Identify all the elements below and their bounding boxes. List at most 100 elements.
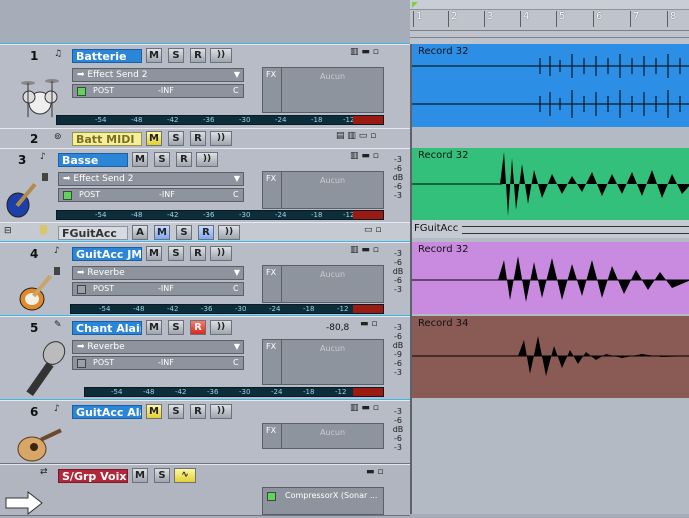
collapse-icon[interactable]: ⊟ [4,226,12,236]
fx-bin[interactable]: FX Aucun [262,265,384,303]
record-arm-button[interactable]: R [190,320,206,335]
track-name-guitacc-jm[interactable]: GuitAcc JM [72,247,142,261]
track-1[interactable]: 1 ♫ Batterie M S R )) ▥ ▬ ▫ ➡ Effect Sen… [0,43,411,131]
solo-button[interactable]: S [154,468,170,483]
solo-button[interactable]: S [176,225,192,240]
mute-button[interactable]: M [146,131,162,146]
strip-icon[interactable]: ▥ ▬ ▫ [350,47,379,57]
send-pan[interactable]: C [233,85,239,97]
strip-icon[interactable]: ▬ ▫ [366,467,383,477]
clip-basse[interactable]: Record 32 [412,148,689,220]
solo-button[interactable]: S [168,246,184,261]
send-volume[interactable]: -INF [158,85,174,97]
mute-button[interactable]: M [154,225,170,240]
bus-sgrp-voix[interactable]: ⇄ S/Grp Voix M S ∿ ▬ ▫ CompressorX (Sona… [0,464,410,516]
send-volume[interactable]: -INF [158,357,174,369]
track-6[interactable]: 6 ♪ GuitAcc Alai M S R )) ▥ ▬ ▫ FXAucun … [0,399,411,465]
send-volume[interactable]: -INF [158,283,174,295]
record-arm-button[interactable]: R [190,404,206,419]
fx-slot[interactable]: Aucun [281,266,383,302]
send-label: Effect Send 2 [87,70,148,80]
send-enable-checkbox[interactable] [77,359,86,368]
send-level-strip[interactable]: POST -INF C [58,188,244,202]
mute-button[interactable]: M [146,246,162,261]
fx-bin[interactable]: FX Aucun [262,423,384,449]
strip-icon[interactable]: ▥ ▬ ▫ [350,245,379,255]
input-echo-button[interactable]: )) [210,131,232,146]
clip-batterie[interactable]: Record 32 [412,44,689,127]
now-marker-icon[interactable] [412,2,418,8]
send-enable-checkbox[interactable] [77,285,86,294]
track-2[interactable]: 2 ⊚ Batt MIDI M S R )) ▤ ▥ ▭ ▫ [0,128,410,150]
fx-bin[interactable]: FX Aucun [262,339,384,385]
solo-button[interactable]: S [154,152,170,167]
solo-button[interactable]: S [168,48,184,63]
send-enable-checkbox[interactable] [77,87,86,96]
track-name-guitacc-alai[interactable]: GuitAcc Alai [72,405,142,419]
send-level-strip[interactable]: POST -INF C [72,282,244,296]
strip-icon[interactable]: ▥ ▬ ▫ [350,403,379,413]
mute-button[interactable]: M [132,468,148,483]
solo-button[interactable]: S [168,320,184,335]
record-arm-button[interactable]: R [198,225,214,240]
archive-button[interactable]: A [132,225,148,240]
waveform-button[interactable]: ∿ [174,468,196,483]
send-select[interactable]: ➡ Reverbe ▼ [72,266,244,280]
input-echo-button[interactable]: )) [218,225,240,240]
track-name-batt-midi[interactable]: Batt MIDI [72,132,142,146]
fx-bin[interactable]: FX Aucun [262,171,384,209]
send-pan[interactable]: C [233,357,239,369]
fx-bin[interactable]: FX Aucun [262,67,384,113]
record-arm-button[interactable]: R [190,131,206,146]
fx-slot[interactable]: Aucun [281,172,383,208]
mute-button[interactable]: M [132,152,148,167]
send-enable-checkbox[interactable] [63,191,72,200]
folder-name[interactable]: FGuitAcc [58,226,128,240]
send-pan[interactable]: C [233,283,239,295]
track-3[interactable]: 3 ♪ Basse M S R )) ▥ ▬ ▫ ➡ Effect Send 2… [0,148,410,224]
send-select[interactable]: ➡ Effect Send 2 ▼ [72,68,244,82]
mute-button[interactable]: M [146,48,162,63]
timeline-ruler[interactable]: 1 2 3 4 5 6 7 8 [410,0,689,45]
fx-slot[interactable]: CompressorX (Sonar ... [285,491,377,500]
clips-pane[interactable]: Record 32 Record 32 FGuitAcc Record 32 R… [410,44,689,514]
send-level-strip[interactable]: POST -INF C [72,356,244,370]
track-name-basse[interactable]: Basse [58,153,128,167]
send-select[interactable]: ➡ Reverbe ▼ [72,340,244,354]
fx-enable-checkbox[interactable] [267,492,276,501]
send-select[interactable]: ➡ Effect Send 2 ▼ [58,172,244,186]
folder-fguitacc[interactable]: ⊟ ▇ FGuitAcc A M S R )) ▭ ▫ [0,222,410,244]
input-echo-button[interactable]: )) [196,152,218,167]
record-arm-button[interactable]: R [190,48,206,63]
input-echo-button[interactable]: )) [210,48,232,63]
record-arm-button[interactable]: R [190,246,206,261]
mute-button[interactable]: M [146,404,162,419]
track-4[interactable]: 4 ♪ GuitAcc JM M S R )) ▥ ▬ ▫ ➡ Reverbe ▼… [0,241,411,319]
solo-button[interactable]: S [168,131,184,146]
input-echo-button[interactable]: )) [210,320,232,335]
strip-icon[interactable]: ▬ ▫ [360,319,377,329]
clip-folder[interactable]: FGuitAcc [412,220,689,238]
strip-icon[interactable]: ▭ ▫ [364,225,381,235]
fx-slot[interactable]: Aucun [281,424,383,448]
fx-bin[interactable]: CompressorX (Sonar ... [262,487,384,515]
clip-chant-alain[interactable]: Record 34 [412,316,689,398]
track-name-chant-alain[interactable]: Chant Alain [72,321,142,335]
solo-button[interactable]: S [168,404,184,419]
strip-icon[interactable]: ▥ ▬ ▫ [350,151,379,161]
track-5[interactable]: 5 ✎ Chant Alain M S R )) -80,8 ▬ ▫ ➡ Rev… [0,315,411,403]
send-level-strip[interactable]: POST -INF C [72,84,244,98]
track-name-batterie[interactable]: Batterie [72,49,142,63]
send-pan[interactable]: C [233,189,239,201]
record-arm-button[interactable]: R [176,152,192,167]
bus-name[interactable]: S/Grp Voix [58,469,128,483]
mute-button[interactable]: M [146,320,162,335]
fx-slot[interactable]: Aucun [281,340,383,384]
fx-slot[interactable]: Aucun [281,68,383,112]
strip-icon[interactable]: ▤ ▥ ▭ ▫ [336,131,376,141]
send-volume[interactable]: -INF [159,189,175,201]
input-echo-button[interactable]: )) [210,404,232,419]
input-echo-button[interactable]: )) [210,246,232,261]
clip-guitacc-jm[interactable]: Record 32 [412,242,689,314]
level-meter: -54-48-42-36-30-24-18-12-6 [70,304,384,314]
